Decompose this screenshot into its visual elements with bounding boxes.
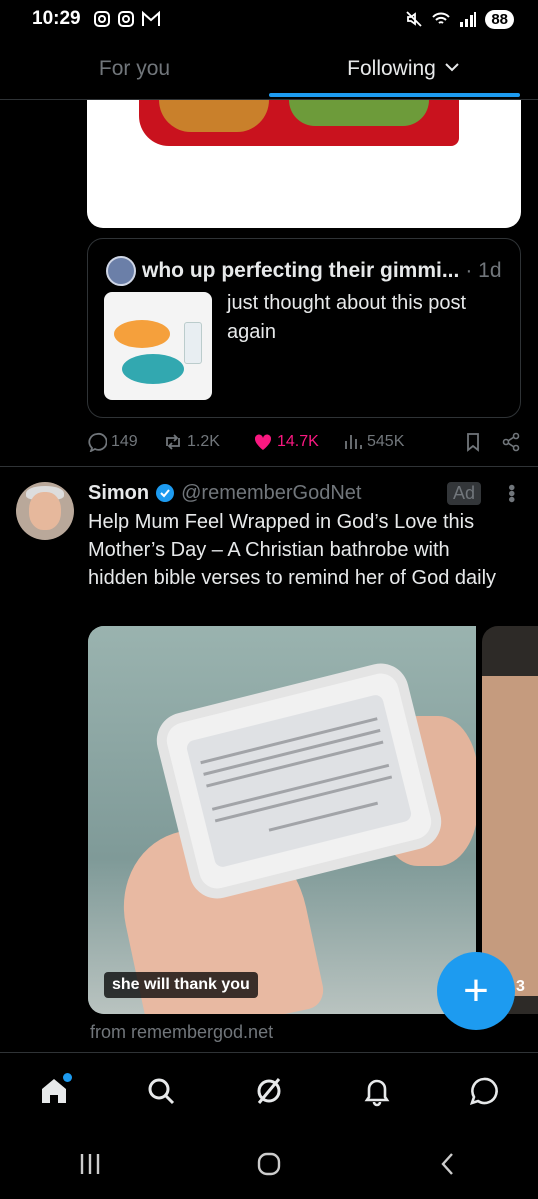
nav-messages[interactable]: [456, 1063, 512, 1119]
instagram-icon: [93, 11, 110, 27]
quoted-post-text: just thought about this post again: [227, 292, 467, 343]
system-nav: [0, 1128, 538, 1199]
views-button[interactable]: 545K: [343, 432, 435, 452]
status-bar: 10:29 88: [0, 0, 538, 38]
more-options-icon[interactable]: •••: [499, 484, 522, 502]
repost-icon: [166, 434, 180, 450]
food-image: [139, 100, 459, 146]
views-icon: [345, 435, 362, 449]
bottom-nav: [0, 1052, 538, 1128]
plus-icon: +: [463, 966, 489, 1015]
ad-badge: Ad: [446, 481, 481, 505]
views-count: 545K: [367, 433, 405, 450]
ad-post-header: Simon @rememberGodNet Ad •••: [88, 480, 522, 506]
avatar[interactable]: [16, 482, 74, 540]
pouch-label: [185, 693, 413, 869]
nav-search[interactable]: [133, 1063, 189, 1119]
signal-icon: [460, 12, 477, 27]
reply-button[interactable]: 149: [87, 432, 163, 452]
post-divider: [0, 466, 538, 467]
wifi-icon: [432, 12, 451, 24]
post-extra-actions: [463, 432, 521, 452]
post-media-image[interactable]: [87, 100, 521, 228]
reply-icon: [88, 432, 107, 452]
search-icon: [148, 1078, 175, 1104]
avatar-face: [29, 492, 61, 530]
author-name[interactable]: Simon: [88, 482, 149, 505]
instagram-icon: [117, 11, 134, 27]
nav-home[interactable]: [26, 1063, 82, 1119]
verified-badge-icon: [155, 483, 175, 503]
tab-label: Following: [347, 56, 436, 80]
tab-following[interactable]: Following: [269, 38, 538, 99]
quoted-post-thumbnail[interactable]: [104, 292, 212, 400]
unread-dot: [62, 1072, 72, 1082]
chevron-down-icon[interactable]: [444, 60, 460, 78]
system-status: 88: [405, 9, 514, 29]
share-icon[interactable]: [501, 432, 521, 452]
messages-icon: [470, 1077, 499, 1105]
avatar[interactable]: [106, 256, 136, 286]
repost-button[interactable]: 1.2K: [163, 432, 253, 452]
reply-count: 149: [111, 433, 138, 450]
quoted-post[interactable]: who up perfecting their gimmi... · 1d ju…: [87, 238, 521, 418]
tab-for-you[interactable]: For you: [0, 38, 269, 99]
nav-notifications[interactable]: [349, 1063, 405, 1119]
quoted-post-time: · 1d: [465, 259, 502, 282]
notifications-icon: [364, 1079, 390, 1106]
grok-icon: [257, 1077, 281, 1104]
battery-icon: 88: [485, 9, 514, 29]
status-time: 10:29: [32, 8, 81, 29]
compose-button[interactable]: +: [437, 952, 515, 1030]
gmail-icon: [141, 10, 160, 26]
quoted-post-header: who up perfecting their gimmi... · 1d: [106, 256, 502, 286]
like-button[interactable]: 14.7K: [253, 432, 343, 452]
plate-shape: [114, 320, 170, 348]
notification-icons: [93, 10, 161, 28]
tab-label: For you: [98, 56, 171, 80]
recent-apps-icon[interactable]: [77, 1151, 103, 1177]
back-icon[interactable]: [435, 1151, 461, 1177]
nav-grok[interactable]: [241, 1063, 297, 1119]
like-count: 14.7K: [277, 433, 319, 450]
ad-source-link[interactable]: from remembergod.net: [90, 1022, 273, 1043]
bookmark-icon[interactable]: [463, 432, 483, 452]
plate-shape: [122, 354, 184, 384]
mute-icon: [406, 11, 422, 27]
media-caption-partial: 3: [516, 978, 525, 995]
repost-count: 1.2K: [187, 433, 220, 450]
quoted-author-name[interactable]: who up perfecting their gimmi...: [142, 259, 459, 283]
author-handle[interactable]: @rememberGodNet: [181, 482, 361, 505]
post-actions: 149 1.2K 14.7K 545K: [87, 428, 521, 456]
milk-glass-shape: [184, 322, 202, 364]
media-background: [482, 676, 538, 996]
heart-icon: [254, 434, 272, 450]
media-caption: she will thank you: [104, 972, 258, 998]
ad-media-image[interactable]: she will thank you: [88, 626, 476, 1014]
timeline-tabs: For you Following: [0, 38, 538, 100]
ad-post-text: Help Mum Feel Wrapped in God’s Love this…: [88, 511, 497, 589]
home-button-icon[interactable]: [256, 1151, 282, 1177]
